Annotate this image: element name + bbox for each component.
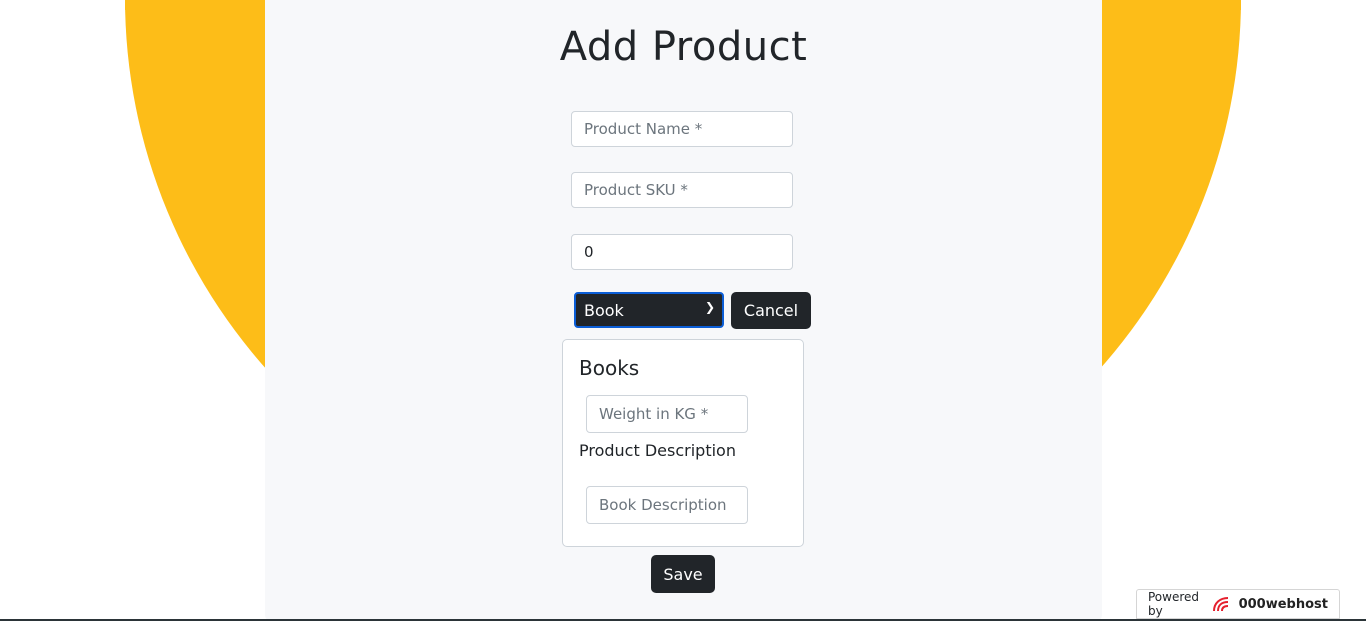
product-name-input[interactable] [571,111,793,147]
powered-by-label: Powered by [1148,590,1200,618]
cancel-button[interactable]: Cancel [731,292,811,329]
description-label: Product Description [579,441,736,460]
save-button[interactable]: Save [651,555,715,593]
product-price-input[interactable] [571,234,793,270]
books-section-title: Books [579,356,640,380]
powered-by-brand: 000webhost [1238,596,1328,612]
product-sku-input[interactable] [571,172,793,208]
powered-by-badge[interactable]: Powered by 000webhost [1136,589,1340,619]
book-description-input[interactable] [586,486,748,524]
product-type-select[interactable]: Book [574,292,724,328]
page-title: Add Product [559,24,808,70]
form-panel: Add Product Book ❯ Cancel Books Product … [265,0,1102,621]
webhost-logo-icon [1211,595,1233,613]
books-section: Books Product Description [562,339,804,547]
weight-input[interactable] [586,395,748,433]
